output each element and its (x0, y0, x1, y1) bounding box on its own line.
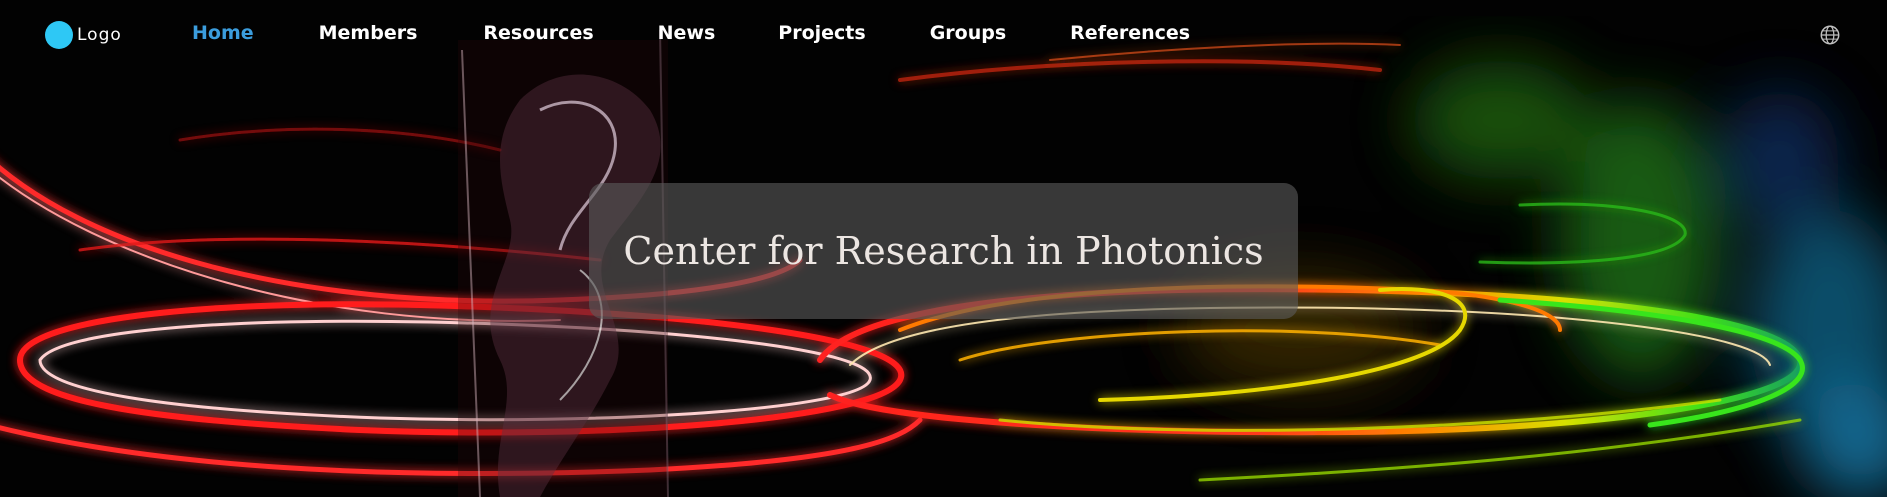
nav-link-references[interactable]: References (1070, 22, 1190, 44)
hero-title: Center for Research in Photonics (623, 229, 1264, 273)
logo-circle-icon (45, 21, 73, 49)
main-menu: Home Members Resources News Projects Gro… (192, 22, 1190, 44)
top-navigation-bar: Logo Home Members Resources News Project… (0, 0, 1887, 70)
hero-title-panel: Center for Research in Photonics (589, 183, 1298, 319)
logo-text: Logo (77, 25, 122, 45)
nav-link-projects[interactable]: Projects (778, 22, 865, 44)
logo[interactable]: Logo (45, 21, 122, 49)
page: Logo Home Members Resources News Project… (0, 0, 1887, 497)
nav-link-groups[interactable]: Groups (930, 22, 1006, 44)
nav-link-members[interactable]: Members (319, 22, 418, 44)
nav-link-news[interactable]: News (658, 22, 716, 44)
nav-link-home[interactable]: Home (192, 22, 254, 44)
globe-icon[interactable] (1819, 24, 1841, 46)
nav-link-resources[interactable]: Resources (483, 22, 593, 44)
